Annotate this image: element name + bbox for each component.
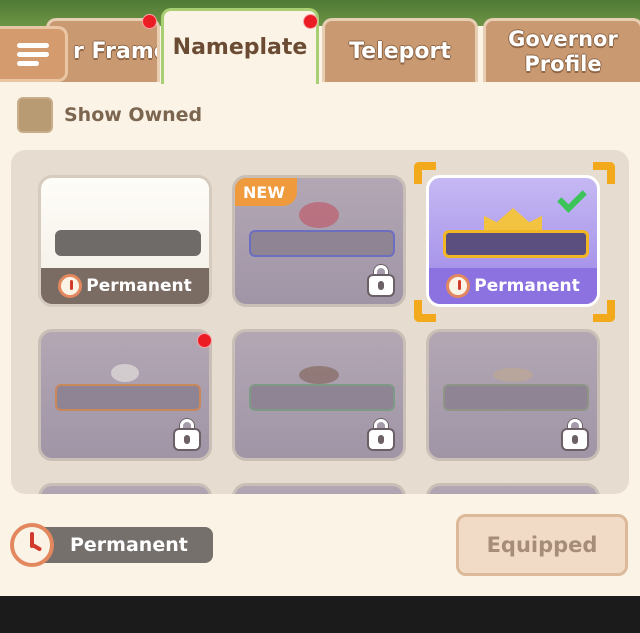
equipped-button[interactable]: Equipped [456,514,628,576]
lock-icon [369,419,393,449]
nameplate-card[interactable] [426,329,600,461]
menu-line-icon [16,60,39,66]
lock-icon [563,419,587,449]
nameplate-preview [55,384,201,411]
notification-dot-nameplate [303,14,318,29]
lock-icon [175,419,199,449]
nameplate-card[interactable]: NEW [232,175,406,307]
nameplate-card-equipped[interactable]: Permanent [426,175,600,307]
show-owned-label: Show Owned [64,104,203,126]
tab-teleport[interactable]: Teleport [322,18,478,82]
checkmark-icon [557,183,587,213]
nameplate-preview [249,384,395,411]
menu-line-icon [16,51,49,57]
duration-display: Permanent [10,523,214,567]
selection-corner [414,162,436,184]
nameplate-ornament-icon [299,202,339,228]
crown-icon [484,208,542,230]
selection-corner [414,300,436,322]
nameplate-card[interactable] [232,329,406,461]
nameplate-card[interactable] [426,483,600,494]
nameplate-ornament-icon [493,368,533,382]
nameplate-card[interactable]: Permanent [38,175,212,307]
nameplate-ornament-icon [299,366,339,384]
nameplate-preview [55,230,201,256]
nameplate-card[interactable] [232,483,406,494]
tab-nameplate[interactable]: Nameplate [161,8,319,84]
clock-icon [10,523,54,567]
permanent-band: Permanent [41,268,209,304]
notification-dot-frame [142,14,157,29]
nameplate-card[interactable] [38,329,212,461]
clock-icon [446,274,471,298]
nameplate-preview [443,384,589,411]
selection-corner [593,300,615,322]
permanent-band: Permanent [429,268,597,304]
nameplate-ornament-icon [111,364,139,382]
menu-line-icon [16,42,49,48]
duration-label: Permanent [32,527,213,563]
tab-bar: r Frame Nameplate Teleport Governor Prof… [0,8,640,84]
menu-button[interactable] [0,26,68,82]
show-owned-checkbox[interactable] [17,97,53,133]
nameplate-grid: Permanent NEW Permanent [11,150,629,494]
notification-dot-card [197,333,212,348]
clock-icon [58,274,83,298]
nameplate-preview [249,230,395,257]
new-badge: NEW [235,178,297,206]
selection-corner [593,162,615,184]
permanent-label: Permanent [86,276,192,296]
permanent-label: Permanent [474,276,580,296]
show-owned-filter[interactable]: Show Owned [17,97,202,133]
lock-icon [369,265,393,295]
nameplate-card[interactable] [38,483,212,494]
bottom-edge [0,596,640,633]
tab-governor-profile[interactable]: Governor Profile [483,18,640,82]
nameplate-preview [443,230,589,258]
